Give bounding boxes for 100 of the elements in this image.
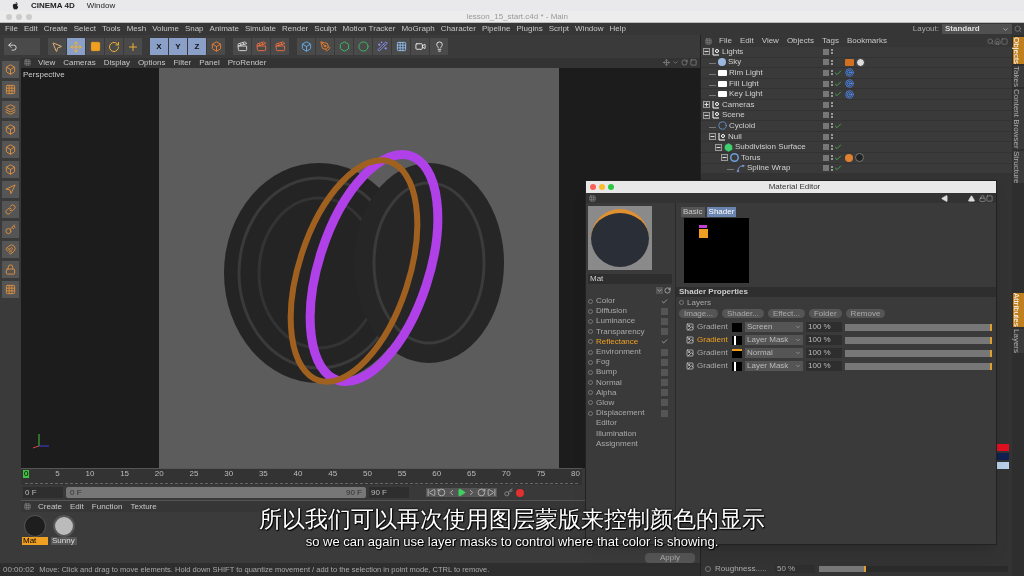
mode-tool-button[interactable] <box>2 81 19 98</box>
layer-swatch-icon[interactable] <box>823 59 829 66</box>
opacity-field[interactable]: 100 % <box>806 348 842 358</box>
blend-mode-dropdown[interactable]: Layer Mask <box>745 361 803 371</box>
key-icon[interactable] <box>504 488 513 498</box>
undo-button[interactable] <box>4 38 40 55</box>
previous-key-icon[interactable] <box>437 488 446 498</box>
zoom-button[interactable] <box>26 13 32 20</box>
menu-item[interactable]: Select <box>70 25 99 33</box>
enabled-check-icon[interactable] <box>834 121 842 130</box>
cloner-button[interactable] <box>354 38 372 55</box>
collapse-icon[interactable] <box>703 111 710 119</box>
menu-item[interactable]: Motion Tracker <box>339 25 399 33</box>
collapse-icon[interactable] <box>709 133 716 141</box>
axis-lock-button[interactable]: Y <box>169 38 187 55</box>
object-row[interactable]: Null <box>701 131 1012 143</box>
refresh-icon[interactable] <box>664 287 671 294</box>
cube-button[interactable] <box>297 38 315 55</box>
previous-frame-icon[interactable] <box>447 488 456 498</box>
opacity-slider[interactable] <box>845 349 992 357</box>
menu-item[interactable]: Sculpt <box>311 25 340 33</box>
expand-icon[interactable] <box>703 101 710 109</box>
layer-name[interactable]: Gradient <box>697 336 729 344</box>
minimize-button[interactable] <box>16 13 22 20</box>
channel-checkbox[interactable] <box>661 399 668 407</box>
object-row[interactable]: Rim Light <box>701 68 1012 79</box>
channel-item[interactable]: Color <box>596 297 658 306</box>
new-window-icon[interactable] <box>986 194 993 202</box>
next-key-icon[interactable] <box>477 488 486 498</box>
object-name[interactable]: Key Light <box>729 90 763 99</box>
menu-item[interactable]: Help <box>606 25 629 33</box>
color-swatch[interactable] <box>997 444 1009 451</box>
panel-grip-icon[interactable] <box>24 59 31 67</box>
end-frame-field[interactable]: 90 F <box>369 487 409 499</box>
channel-checkbox[interactable] <box>661 348 668 356</box>
mode-tool-button[interactable] <box>2 61 19 78</box>
attribute-value-field[interactable]: 50 % <box>775 564 815 573</box>
object-name[interactable]: Null <box>728 132 742 141</box>
mode-tool-button[interactable] <box>2 241 19 258</box>
current-frame-field[interactable]: 0 F <box>23 487 63 499</box>
layer-swatch-icon[interactable] <box>823 112 829 119</box>
collapse-icon[interactable] <box>703 48 710 56</box>
opacity-field[interactable]: 100 % <box>806 322 842 332</box>
viewport-menu-item[interactable]: ProRender <box>223 58 271 67</box>
menu-item[interactable]: Tools <box>98 25 124 33</box>
menu-item[interactable]: Script <box>545 25 573 33</box>
mode-tool-button[interactable] <box>2 181 19 198</box>
object-name[interactable]: Lights <box>722 47 744 56</box>
panel-grip-icon[interactable] <box>705 37 712 45</box>
channel-item[interactable]: Editor <box>596 419 658 428</box>
panel-grip-icon[interactable] <box>589 194 596 202</box>
viewport-menu-item[interactable]: Display <box>99 58 134 67</box>
caret-icon[interactable] <box>656 287 663 294</box>
object-menu-item[interactable]: View <box>757 37 783 45</box>
tool-button[interactable] <box>105 38 123 55</box>
timeline-ruler[interactable]: 0 5 10 15 20 25 30 35 40 45 50 55 60 65 70 75 80 <box>21 468 582 486</box>
opacity-slider[interactable] <box>845 323 992 331</box>
object-name[interactable]: Sky <box>728 58 742 67</box>
channel-checkbox[interactable] <box>661 358 668 366</box>
menu-item[interactable]: Snap <box>181 25 207 33</box>
object-menu-item[interactable]: Objects <box>782 37 818 45</box>
mode-tool-button[interactable] <box>2 261 19 278</box>
channel-item[interactable]: Environment <box>596 348 658 357</box>
render-button[interactable] <box>252 38 270 55</box>
menu-item[interactable]: Window <box>572 25 607 33</box>
channel-checkbox[interactable] <box>661 328 668 336</box>
search-icon[interactable] <box>987 37 994 45</box>
menu-item[interactable]: Plugins <box>513 25 546 33</box>
viewport-menu-item[interactable]: Panel <box>195 58 224 67</box>
material-name-field[interactable]: Mat <box>588 274 672 284</box>
editor-tab[interactable]: Shader <box>706 207 737 217</box>
attribute-slider-track[interactable] <box>819 565 1008 572</box>
channel-item[interactable]: Transparency <box>596 327 658 336</box>
object-row[interactable]: Cameras <box>701 99 1012 111</box>
mode-tool-button[interactable] <box>2 141 19 158</box>
viewport-menu-item[interactable]: Filter <box>169 58 196 67</box>
tool-button[interactable] <box>48 38 66 55</box>
system-menu-item[interactable]: Window <box>86 1 116 10</box>
object-menu-item[interactable]: Edit <box>735 37 758 45</box>
channel-checkbox[interactable] <box>661 307 668 315</box>
channel-checkbox[interactable] <box>661 389 668 397</box>
render-button[interactable] <box>233 38 251 55</box>
close-button[interactable] <box>6 13 12 20</box>
tool-button[interactable] <box>86 38 104 55</box>
new-window-icon[interactable] <box>1001 37 1008 45</box>
enabled-check-icon[interactable] <box>834 153 842 162</box>
enabled-check-icon[interactable] <box>834 79 842 88</box>
viewport-menu-item[interactable]: Options <box>133 58 170 67</box>
channel-item[interactable]: Fog <box>596 358 658 367</box>
up-arrow-icon[interactable] <box>968 194 975 202</box>
app-name[interactable]: CINEMA 4D <box>31 1 75 10</box>
side-tab[interactable]: Layers <box>1012 328 1024 353</box>
go-to-start-icon[interactable] <box>427 488 436 498</box>
opacity-field[interactable]: 100 % <box>806 335 842 345</box>
home-icon[interactable] <box>994 37 1001 45</box>
channel-item[interactable]: Glow <box>596 398 658 407</box>
object-name[interactable]: Torus <box>741 153 761 162</box>
layer-swatch-icon[interactable] <box>823 144 829 151</box>
panel-grip-icon[interactable] <box>24 503 31 510</box>
enabled-check-icon[interactable] <box>834 143 842 152</box>
